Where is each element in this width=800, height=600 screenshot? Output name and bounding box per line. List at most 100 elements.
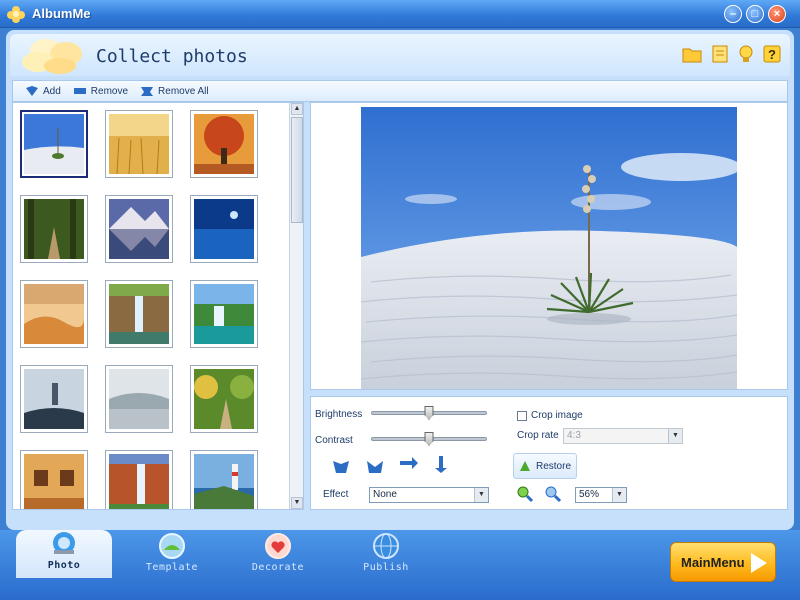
effect-select-value: None [373, 489, 397, 500]
chevron-down-icon: ▼ [612, 488, 626, 502]
zoom-select[interactable]: 56% ▼ [575, 487, 627, 503]
thumbnail-image [109, 369, 169, 429]
chevron-down-icon: ▼ [668, 429, 682, 443]
scroll-up-arrow-icon[interactable]: ▲ [291, 103, 303, 115]
crop-image-label: Crop image [531, 410, 583, 421]
chevron-down-icon: ▼ [474, 488, 488, 502]
tab-decorate[interactable]: Decorate [230, 532, 326, 584]
photo-thumbnail[interactable] [105, 195, 173, 263]
tab-template[interactable]: Template [124, 532, 220, 584]
decorate-icon [265, 533, 291, 559]
photo-thumbnail[interactable] [105, 450, 173, 509]
thumbnail-image [109, 199, 169, 259]
thumbnail-image [24, 284, 84, 344]
thumbnail-scrollbar[interactable]: ▲ ▼ [289, 103, 303, 509]
photo-thumbnail[interactable] [105, 110, 173, 178]
minimize-button[interactable]: – [724, 5, 742, 23]
rotate-left-icon[interactable] [331, 457, 351, 475]
scroll-thumb[interactable] [291, 117, 303, 223]
brightness-slider-thumb[interactable] [424, 406, 434, 420]
scroll-down-arrow-icon[interactable]: ▼ [291, 497, 303, 509]
photo-toolbar: Add Remove Remove All [12, 80, 788, 102]
add-button[interactable]: Add [25, 85, 61, 97]
tab-publish[interactable]: Publish [338, 532, 434, 584]
photo-thumbnail[interactable] [190, 280, 258, 348]
effect-label: Effect [323, 489, 349, 500]
tab-template-label: Template [145, 562, 199, 573]
photo-thumbnail[interactable] [190, 365, 258, 433]
flower-logo-icon [22, 39, 82, 74]
photo-thumbnail[interactable] [190, 450, 258, 509]
restore-icon [520, 461, 530, 471]
zoom-value: 56% [579, 489, 600, 500]
remove-all-button[interactable]: Remove All [140, 85, 209, 97]
thumbnail-image [24, 454, 84, 509]
crop-image-checkbox[interactable] [517, 411, 527, 421]
help-icon[interactable]: ? [762, 44, 782, 64]
photo-icon [53, 532, 75, 554]
contrast-slider[interactable] [371, 432, 487, 446]
publish-icon [373, 533, 399, 559]
brightness-slider[interactable] [371, 406, 487, 420]
photo-thumbnail[interactable] [190, 195, 258, 263]
remove-all-icon [141, 87, 154, 96]
photo-thumbnail[interactable] [20, 365, 88, 433]
thumbnail-image [194, 454, 254, 509]
zoom-out-icon[interactable] [543, 485, 563, 503]
crop-rate-label: Crop rate [517, 430, 559, 441]
photo-thumbnail[interactable] [20, 450, 88, 509]
svg-text:?: ? [768, 47, 776, 62]
main-menu-label: MainMenu [681, 554, 745, 570]
contrast-label: Contrast [315, 435, 353, 446]
notepad-icon[interactable] [710, 44, 730, 64]
remove-photo-icon [73, 88, 86, 94]
main-menu-button[interactable]: MainMenu [670, 542, 776, 582]
remove-button[interactable]: Remove [73, 85, 128, 97]
thumbnail-image [194, 284, 254, 344]
remove-all-button-label: Remove All [158, 85, 209, 97]
photo-thumbnail[interactable] [105, 365, 173, 433]
photo-adjust-panel: Brightness Contrast Effect None ▼ Crop i… [310, 396, 788, 510]
close-button[interactable]: × [768, 5, 786, 23]
crop-rate-value: 4:3 [567, 430, 581, 441]
thumbnail-image [109, 114, 169, 175]
restore-button-label: Restore [536, 460, 572, 472]
contrast-slider-thumb[interactable] [424, 432, 434, 446]
thumbnail-image [24, 369, 84, 429]
restore-button[interactable]: Restore [513, 453, 577, 479]
crop-rate-select: 4:3 ▼ [563, 428, 683, 444]
photo-thumbnail[interactable] [105, 280, 173, 348]
tab-publish-label: Publish [363, 562, 409, 573]
brightness-label: Brightness [315, 409, 363, 420]
thumbnail-image [24, 199, 84, 259]
maximize-button[interactable]: □ [746, 5, 764, 23]
thumbnail-image [109, 284, 169, 344]
photo-thumbnail[interactable] [20, 195, 88, 263]
tab-photo[interactable]: Photo [16, 530, 112, 578]
preview-image [361, 107, 737, 389]
folder-icon[interactable] [682, 44, 702, 64]
page-header: Collect photos ? [10, 34, 790, 76]
photo-thumbnail[interactable] [20, 280, 88, 348]
zoom-in-icon[interactable] [515, 485, 535, 503]
thumbnail-image [194, 369, 254, 429]
play-arrow-icon [751, 553, 767, 573]
template-icon [159, 533, 185, 559]
flip-vertical-icon[interactable] [431, 455, 451, 473]
add-photo-icon [26, 86, 38, 96]
page-title: Collect photos [96, 46, 248, 67]
app-logo-icon [7, 6, 25, 23]
thumbnail-image [109, 454, 169, 509]
remove-button-label: Remove [90, 85, 129, 97]
lightbulb-icon[interactable] [736, 44, 756, 64]
tab-decorate-label: Decorate [251, 562, 305, 573]
effect-select[interactable]: None ▼ [369, 487, 489, 503]
window-title: AlbumMe [32, 6, 91, 21]
rotate-right-icon[interactable] [365, 457, 385, 475]
thumbnail-image [194, 114, 254, 174]
tab-photo-label: Photo [47, 560, 81, 571]
flip-horizontal-icon[interactable] [399, 455, 419, 473]
photo-preview-panel [310, 102, 788, 390]
photo-thumbnail[interactable] [190, 110, 258, 178]
photo-thumbnail[interactable] [20, 110, 88, 178]
